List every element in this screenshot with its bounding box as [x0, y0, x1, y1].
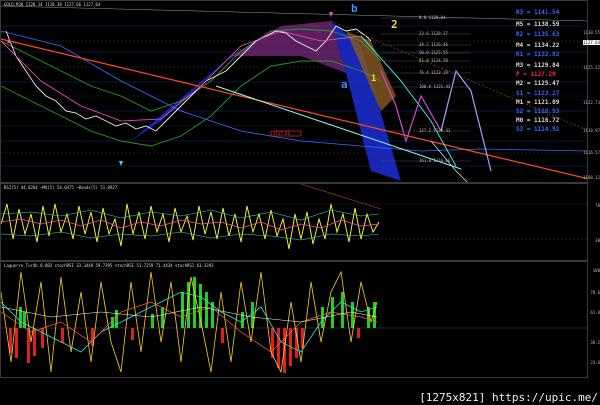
pivot-level-label: M5 = 1138.59: [516, 21, 560, 28]
main-chart-header: GOLD,M30 1128.14 1128.38 1127.66 1127.64: [4, 2, 101, 7]
stoch-tick: 38.2: [590, 340, 600, 345]
price-tick: 1116.57: [583, 150, 600, 155]
rsi-line: [1, 203, 380, 250]
image-size-watermark: [1275x821] https://upic.me/: [419, 391, 598, 404]
price-tick: 1125.22: [583, 65, 600, 70]
fib-label: 161.8 1116.66: [419, 158, 451, 163]
red-box-label: 1117.60: [273, 131, 290, 136]
main-chart-panel[interactable]: GOLD,M30 1128.14 1128.38 1127.66 1127.64…: [0, 0, 588, 183]
main-chart-canvas: [1, 5, 587, 182]
stoch-header: Laguerre_Tur4b 0.803 stochRSI 33.3448 59…: [4, 263, 214, 268]
pivot-level-label: S1 = 1123.27: [516, 90, 560, 97]
channel-top-line: [1, 5, 587, 22]
price-tick: 1118.97: [583, 128, 600, 133]
stoch-tick: 78.6: [590, 290, 600, 295]
fib-label: 0.0 1128.84: [419, 15, 446, 20]
fib-label: 50.0 1125.55: [419, 50, 448, 55]
fib-label: 23.6 1128.37: [419, 31, 448, 36]
pivot-level-label: R1 = 1132.82: [516, 51, 560, 58]
pivot-level-label: P = 1127.29: [516, 71, 556, 78]
fib-label: 61.8 1124.50: [419, 58, 448, 63]
stoch-canvas: [1, 270, 587, 374]
pivot-level-label: R2 = 1135.63: [516, 31, 560, 38]
price-axis: 1130.55 1127.64 1125.22 1122.73 1118.97 …: [583, 0, 600, 405]
pivot-level-label: M3 = 1129.84: [516, 62, 560, 69]
stoch-tick: 23.6: [590, 360, 600, 365]
up-arrow-icon: [119, 161, 123, 166]
price-tick: 1108.12: [583, 175, 600, 180]
fib-label: 38.2 1126.46: [419, 42, 448, 47]
pivot-level-label: S2 = 1118.53: [516, 108, 560, 115]
price-tick: 1130.55: [583, 30, 600, 35]
harmonic-pattern-purple: [231, 21, 346, 73]
stoch-tick: 100: [592, 268, 600, 273]
rsi-tick: 70: [595, 203, 600, 208]
rsi-tick: 30: [595, 238, 600, 243]
rsi-header: RSI(5) 44.8264 ~MA(5) 54.0475 ~Bands(5) …: [4, 185, 118, 190]
pivot-level-label: M1 = 1121.09: [516, 99, 560, 106]
wave-label-1: 1: [371, 74, 377, 84]
pivot-level-label: M4 = 1134.22: [516, 42, 560, 49]
wave-label-a: a: [341, 78, 348, 91]
fib-label: 76.4 1123.19: [419, 70, 448, 75]
rsi-trendline: [300, 184, 382, 210]
price-tick: 1122.73: [583, 100, 600, 105]
stoch-tick: 61.8: [590, 310, 600, 315]
stoch-panel[interactable]: Laguerre_Tur4b 0.803 stochRSI 33.3448 59…: [0, 261, 588, 378]
pivot-level-label: S3 = 1114.92: [516, 126, 560, 133]
pivot-level-label: R3 = 1141.54: [516, 9, 560, 16]
pivot-level-label: M0 = 1116.72: [516, 117, 560, 124]
current-price-tag: 1127.64: [583, 40, 600, 45]
rsi-panel[interactable]: RSI(5) 44.8264 ~MA(5) 54.0475 ~Bands(5) …: [0, 183, 588, 261]
fib-label: 100.0 1121.43: [419, 84, 451, 89]
wave-label-b: b: [351, 2, 358, 15]
fib-label: 127.2 1120.41: [419, 128, 451, 133]
rsi-canvas: [1, 184, 587, 250]
wave-label-2: 2: [391, 18, 398, 31]
pivot-level-label: M2 = 1125.47: [516, 80, 560, 87]
